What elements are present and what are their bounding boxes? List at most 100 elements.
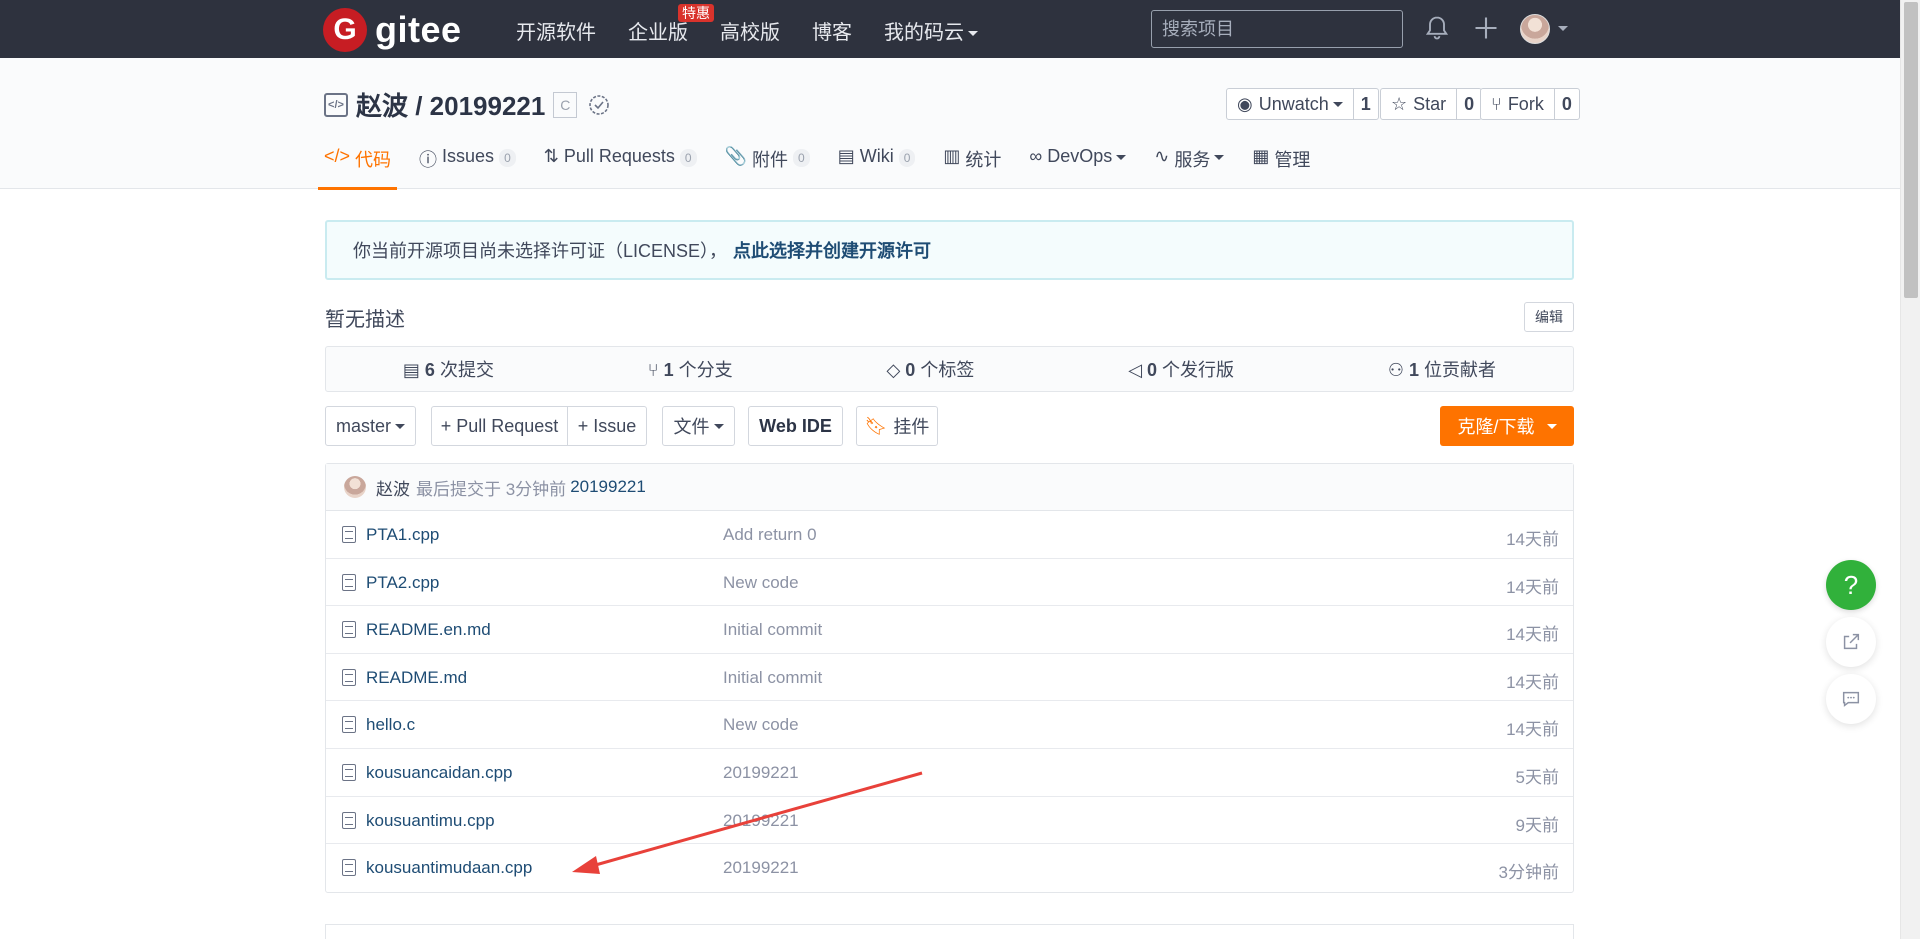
tab-services[interactable]: ∿ 服务 <box>1154 146 1225 190</box>
stat-branches[interactable]: ⑂ 1 个分支 <box>648 356 733 382</box>
file-commit-message[interactable]: Initial commit <box>723 620 822 640</box>
watch-count[interactable]: 1 <box>1354 94 1378 115</box>
star-button[interactable]: ☆ Star 0 <box>1380 88 1483 120</box>
file-commit-message[interactable]: 20199221 <box>723 858 799 878</box>
tab-services-label: 服务 <box>1174 150 1211 170</box>
bell-icon[interactable] <box>1423 14 1451 42</box>
tab-code[interactable]: </> 代码 <box>317 146 398 190</box>
branches-count: 1 <box>663 360 674 380</box>
file-icon <box>342 859 356 877</box>
language-badge[interactable]: C <box>553 91 578 118</box>
share-icon <box>1843 633 1860 650</box>
commit-author[interactable]: 赵波 <box>376 475 410 500</box>
tab-wiki[interactable]: ▤ Wiki 0 <box>838 146 916 190</box>
file-icon <box>342 668 356 686</box>
plus-icon[interactable] <box>1472 14 1500 42</box>
file-name-link[interactable]: kousuancaidan.cpp <box>366 763 513 783</box>
top-navbar: G gitee 开源软件 企业版 特惠 高校版 博客 我的码云 <box>0 0 1900 58</box>
file-commit-message[interactable]: New code <box>723 573 799 593</box>
file-commit-message[interactable]: 20199221 <box>723 763 799 783</box>
stat-tags[interactable]: ◇ 0 个标签 <box>886 356 974 382</box>
branch-select[interactable]: master <box>325 406 416 446</box>
contributors-count: 1 <box>1409 360 1420 380</box>
web-ide-button[interactable]: Web IDE <box>748 406 843 446</box>
chevron-down-icon[interactable] <box>1558 26 1568 31</box>
wiki-count-badge: 0 <box>898 149 916 167</box>
commit-id-link[interactable]: 20199221 <box>570 477 646 497</box>
help-button[interactable]: ? <box>1826 560 1876 610</box>
contributors-label: 位贡献者 <box>1424 360 1497 380</box>
widget-button[interactable]: 🔖︎ 挂件 <box>856 406 938 446</box>
releases-label: 个发行版 <box>1162 360 1235 380</box>
file-commit-message[interactable]: Add return 0 <box>723 525 817 545</box>
tab-devops[interactable]: ∞ DevOps <box>1029 146 1127 190</box>
file-name-link[interactable]: README.en.md <box>366 620 491 640</box>
book-icon: ▤ <box>837 146 855 166</box>
star-label: Star <box>1413 93 1447 114</box>
nav-my-gitee[interactable]: 我的码云 <box>884 16 978 45</box>
watch-label: Unwatch <box>1258 93 1329 114</box>
file-commit-message[interactable]: New code <box>723 715 799 735</box>
tab-manage[interactable]: ▦ 管理 <box>1252 146 1310 190</box>
widget-label: 挂件 <box>893 417 930 437</box>
file-list: 赵波 最后提交于 3分钟前 20199221 PTA1.cpp Add retu… <box>325 463 1574 893</box>
clone-download-button[interactable]: 克隆/下载 <box>1440 406 1574 446</box>
nav-open-source[interactable]: 开源软件 <box>516 16 596 45</box>
edit-description-button[interactable]: 编辑 <box>1524 302 1574 332</box>
chevron-down-icon <box>1332 101 1343 107</box>
promo-badge: 特惠 <box>678 4 714 22</box>
file-commit-message[interactable]: 20199221 <box>723 811 799 831</box>
file-icon <box>342 716 356 734</box>
branches-label: 个分支 <box>678 360 733 380</box>
repo-title-bar: </> 赵波 / 20199221 C <box>324 86 611 123</box>
file-updated-time: 14天前 <box>1506 720 1559 740</box>
tab-pull-requests[interactable]: ⇅ Pull Requests 0 <box>544 146 697 190</box>
file-name-link[interactable]: hello.c <box>366 715 415 735</box>
nav-enterprise[interactable]: 企业版 特惠 <box>628 4 714 45</box>
scrollbar-thumb[interactable] <box>1904 2 1918 298</box>
tab-devops-label: DevOps <box>1047 146 1113 166</box>
file-name-link[interactable]: PTA2.cpp <box>366 573 439 593</box>
file-icon <box>342 763 356 781</box>
tab-pull-requests-label: Pull Requests <box>563 146 675 166</box>
nav-enterprise-label: 企业版 <box>628 22 688 44</box>
file-name-link[interactable]: PTA1.cpp <box>366 525 439 545</box>
stat-releases[interactable]: ◁ 0 个发行版 <box>1128 356 1234 382</box>
stat-commits[interactable]: ▤ 6 次提交 <box>403 356 494 382</box>
tab-stats[interactable]: ▥ 统计 <box>943 146 1001 190</box>
user-avatar[interactable] <box>1520 14 1550 44</box>
share-button[interactable] <box>1826 617 1876 667</box>
commit-time-text: 最后提交于 3分钟前 <box>416 479 567 499</box>
award-icon[interactable] <box>587 93 611 117</box>
tab-issues[interactable]: ⓘ Issues 0 <box>419 146 516 190</box>
create-license-link[interactable]: 点此选择并创建开源许可 <box>733 237 931 263</box>
star-count[interactable]: 0 <box>1457 94 1481 115</box>
nav-university[interactable]: 高校版 <box>720 16 780 45</box>
new-pull-request-button[interactable]: + Pull Request <box>431 406 568 446</box>
feedback-button[interactable] <box>1826 674 1876 724</box>
search-input[interactable] <box>1151 10 1403 48</box>
file-name-link[interactable]: kousuantimudaan.cpp <box>366 858 532 878</box>
nav-blog[interactable]: 博客 <box>812 16 852 45</box>
new-issue-button[interactable]: + Issue <box>567 406 647 446</box>
commit-icon: ▤ <box>402 360 425 380</box>
tab-attachments[interactable]: 📎 附件 0 <box>725 146 810 190</box>
release-icon: ◁ <box>1128 360 1147 380</box>
gitee-logo[interactable]: G gitee <box>323 8 462 52</box>
license-notice-text: 你当前开源项目尚未选择许可证（LICENSE）， <box>353 241 728 261</box>
file-name-link[interactable]: README.md <box>366 668 467 688</box>
file-updated-time: 14天前 <box>1506 672 1559 692</box>
page-scrollbar[interactable] <box>1900 0 1920 939</box>
fork-button[interactable]: ⑂ Fork 0 <box>1480 88 1580 120</box>
bar-chart-icon: ▥ <box>943 146 961 166</box>
clone-download-label: 克隆/下载 <box>1457 417 1535 437</box>
file-row: PTA2.cpp New code 14天前 <box>326 559 1573 607</box>
stat-contributors[interactable]: ⚇ 1 位贡献者 <box>1388 356 1496 382</box>
file-name-link[interactable]: kousuantimu.cpp <box>366 811 495 831</box>
repo-name[interactable]: 赵波 / 20199221 <box>356 86 545 123</box>
watch-button[interactable]: ◉ Unwatch 1 <box>1226 88 1379 120</box>
file-commit-message[interactable]: Initial commit <box>723 668 822 688</box>
files-dropdown[interactable]: 文件 <box>662 406 735 446</box>
fork-count[interactable]: 0 <box>1555 94 1579 115</box>
avatar[interactable] <box>344 476 366 498</box>
